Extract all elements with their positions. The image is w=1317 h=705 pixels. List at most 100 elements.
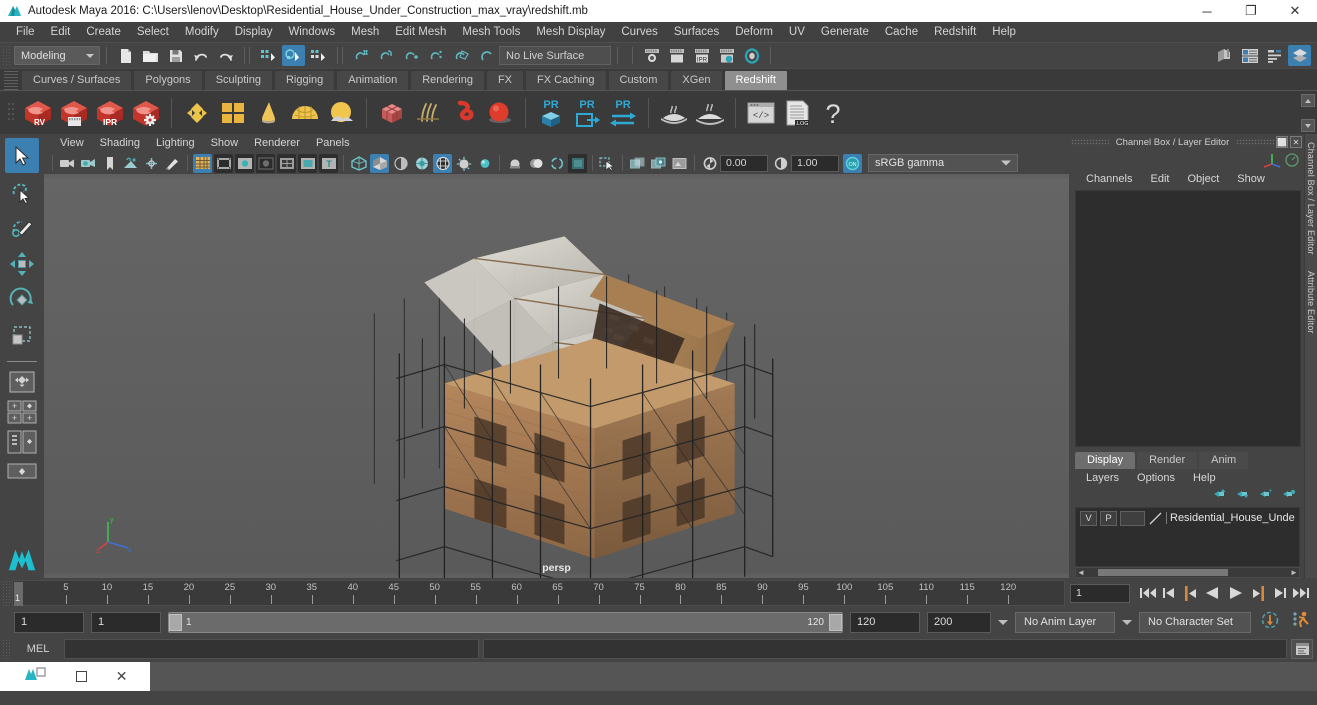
redshift-script-editor-button[interactable]: </> (743, 93, 779, 133)
ipr-render-icon[interactable]: IPR (690, 45, 713, 66)
layer-menu-help[interactable]: Help (1184, 472, 1225, 484)
play-backwards-button[interactable] (1200, 582, 1224, 604)
gamma-field[interactable]: 1.00 (791, 154, 839, 172)
shadows-icon[interactable] (526, 154, 545, 173)
layer-state-toggle[interactable] (1120, 510, 1145, 526)
layer-menu-layers[interactable]: Layers (1077, 472, 1128, 484)
step-back-frame-button[interactable] (1179, 582, 1200, 604)
viewport-menu-show[interactable]: Show (203, 137, 247, 149)
step-back-keyframe-button[interactable] (1158, 582, 1179, 604)
viewport-menu-renderer[interactable]: Renderer (246, 137, 308, 149)
animation-start-field[interactable]: 1 (14, 611, 84, 633)
panel-grip-right[interactable] (1236, 138, 1274, 146)
new-layer-icon[interactable]: + (1259, 487, 1273, 505)
snap-to-point-icon[interactable] (400, 45, 423, 66)
panel-grip[interactable] (1071, 138, 1109, 146)
resolution-gate-icon[interactable] (235, 153, 254, 173)
save-scene-icon[interactable] (164, 45, 187, 66)
render-view-icon[interactable] (740, 45, 763, 66)
xray-active-components-icon[interactable] (670, 154, 689, 173)
range-end-handle[interactable] (829, 613, 842, 631)
maximize-window-icon[interactable] (75, 671, 87, 682)
shelf-scroll-up-button[interactable] (1301, 94, 1315, 107)
command-input-field[interactable] (64, 639, 479, 659)
safe-action-icon[interactable] (298, 153, 317, 173)
show-hide-attribute-editor-icon[interactable] (1238, 45, 1261, 66)
channel-box-side-tab[interactable]: Channel Box / Layer Editor (1306, 134, 1316, 263)
shelf-tab-curves-surfaces[interactable]: Curves / Surfaces (21, 70, 133, 90)
scrollbar-thumb[interactable] (1098, 569, 1228, 576)
range-start-field[interactable]: 1 (91, 611, 161, 633)
menu-display[interactable]: Display (227, 22, 281, 42)
script-editor-icon[interactable] (1291, 639, 1313, 659)
menu-mesh-tools[interactable]: Mesh Tools (454, 22, 528, 42)
menu-edit-mesh[interactable]: Edit Mesh (387, 22, 454, 42)
channel-box-content[interactable] (1075, 190, 1301, 447)
use-all-lights-icon[interactable] (505, 154, 524, 173)
layer-color-swatch[interactable] (1148, 511, 1163, 526)
make-live-icon[interactable] (475, 45, 498, 66)
character-set-selector[interactable]: No Character Set (1139, 611, 1251, 633)
close-button[interactable]: ✕ (1273, 0, 1317, 22)
menu-generate[interactable]: Generate (813, 22, 877, 42)
close-icon[interactable]: ✕ (1290, 136, 1302, 148)
redshift-light-area-button[interactable] (251, 93, 287, 133)
layer-menu-options[interactable]: Options (1128, 472, 1184, 484)
shelf-scroll-buttons[interactable] (1301, 94, 1315, 132)
play-forwards-button[interactable] (1224, 582, 1248, 604)
minimize-button[interactable]: ─ (1185, 0, 1229, 22)
show-hide-modeling-toolkit-icon[interactable] (1213, 45, 1236, 66)
xray-icon[interactable] (628, 154, 647, 173)
redshift-bake-2-button[interactable] (692, 93, 728, 133)
current-frame-field[interactable]: 1 (1070, 583, 1130, 603)
single-perspective-layout-button[interactable] (6, 368, 38, 395)
layer-name-label[interactable]: Residential_House_Unde (1166, 512, 1295, 524)
select-by-hierarchy-icon[interactable] (257, 45, 280, 66)
undock-icon[interactable]: ⬜ (1276, 136, 1288, 148)
redshift-ipr-button[interactable]: IPR (92, 93, 128, 133)
shelf-tab-rigging[interactable]: Rigging (273, 70, 336, 90)
isolate-select-icon[interactable] (598, 154, 617, 173)
shelf-tab-rendering[interactable]: Rendering (410, 70, 485, 90)
grease-pencil-icon[interactable] (163, 154, 182, 173)
redshift-hair-button[interactable] (410, 93, 446, 133)
layer-playback-toggle[interactable]: P (1100, 510, 1117, 526)
redshift-texture-button[interactable] (215, 93, 251, 133)
range-end-field[interactable]: 120 (850, 611, 920, 633)
shelf-tab-fx-caching[interactable]: FX Caching (525, 70, 607, 90)
lasso-select-tool-button[interactable] (5, 174, 39, 209)
screen-space-ao-icon[interactable] (547, 154, 566, 173)
redshift-physical-sun-button[interactable] (323, 93, 359, 133)
range-start-handle[interactable] (169, 613, 182, 631)
go-to-start-button[interactable] (1137, 582, 1158, 604)
film-origin-icon[interactable] (277, 153, 296, 173)
shelf-tab-sculpting[interactable]: Sculpting (203, 70, 273, 90)
menu-redshift[interactable]: Redshift (926, 22, 984, 42)
layer-tab-display[interactable]: Display (1075, 452, 1136, 469)
rotate-tool-button[interactable] (5, 282, 39, 317)
exposure-icon[interactable] (700, 154, 719, 173)
move-layer-up-icon[interactable] (1213, 487, 1227, 505)
redshift-material-button[interactable] (179, 93, 215, 133)
smooth-shade-selected-icon[interactable] (391, 154, 410, 173)
redshift-pr-transfer-button[interactable]: PR (605, 93, 641, 133)
menu-mesh[interactable]: Mesh (343, 22, 387, 42)
viewport-menu-lighting[interactable]: Lighting (148, 137, 203, 149)
persp-graph-layout-button[interactable] (6, 458, 38, 485)
channel-menu-show[interactable]: Show (1228, 173, 1274, 185)
time-slider-grip[interactable] (2, 580, 12, 606)
layer-row[interactable]: V P Residential_House_Unde (1076, 508, 1299, 526)
layer-visibility-toggle[interactable]: V (1080, 510, 1097, 526)
redshift-sphere-object-button[interactable] (482, 93, 518, 133)
close-window-icon[interactable]: ✕ (116, 668, 128, 685)
new-scene-icon[interactable] (114, 45, 137, 66)
redshift-render-view-button[interactable]: RV (20, 93, 56, 133)
command-language-label[interactable]: MEL (16, 643, 60, 655)
redshift-dome-light-button[interactable] (287, 93, 323, 133)
shelf-tab-redshift[interactable]: Redshift (723, 70, 788, 90)
redshift-pr-object-button[interactable]: PR (533, 93, 569, 133)
shelf-tab-animation[interactable]: Animation (336, 70, 410, 90)
speed-gauge-icon[interactable] (1284, 152, 1300, 173)
redo-icon[interactable] (214, 45, 237, 66)
move-layer-down-icon[interactable] (1236, 487, 1250, 505)
